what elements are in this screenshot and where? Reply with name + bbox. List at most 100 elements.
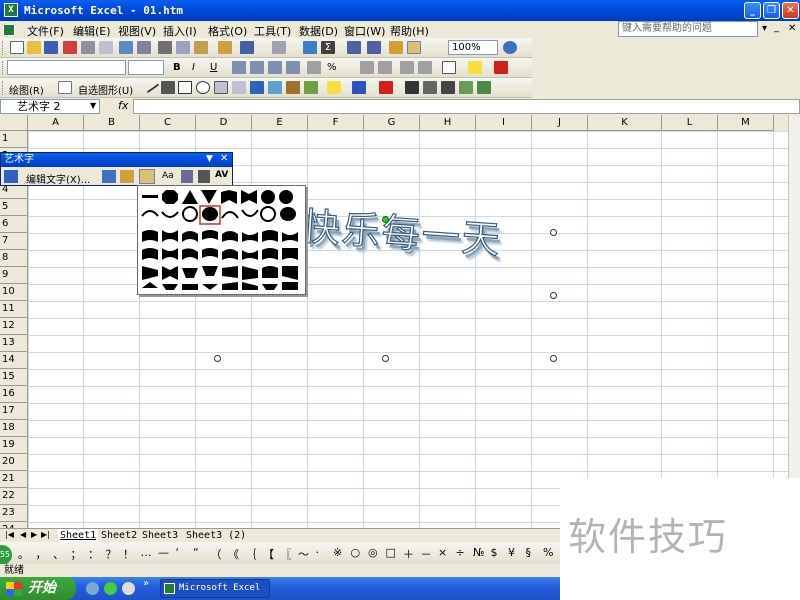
save-icon[interactable] (44, 41, 58, 54)
autoshapes-button[interactable]: 自选图形(U) (78, 82, 133, 97)
align-right-icon[interactable] (268, 61, 282, 74)
align-left-icon[interactable] (232, 61, 246, 74)
paste-icon[interactable] (194, 41, 208, 54)
menu-view[interactable]: 视图(V) (118, 23, 156, 39)
percent-button[interactable]: % (327, 62, 337, 73)
row-header[interactable]: 10 (0, 284, 28, 301)
taskbar-item-excel[interactable]: Microsoft Excel ... (160, 579, 270, 598)
row-header[interactable]: 5 (0, 199, 28, 216)
format-wordart-icon[interactable] (120, 170, 134, 183)
row-header[interactable]: 18 (0, 420, 28, 437)
print-icon[interactable] (81, 41, 95, 54)
column-header[interactable]: A (28, 115, 84, 131)
autosum-icon[interactable]: Σ (321, 41, 335, 54)
menu-insert[interactable]: 插入(I) (163, 23, 197, 39)
symbol-button[interactable]: □ (386, 546, 396, 559)
minimize-button[interactable]: _ (744, 2, 761, 19)
menu-edit[interactable]: 编辑(E) (73, 23, 111, 39)
help-search-input[interactable]: 键入需要帮助的问题 (618, 21, 758, 37)
spelling-icon[interactable] (119, 41, 133, 54)
select-objects-icon[interactable] (58, 81, 72, 94)
next-sheet-icon[interactable]: ▶ (31, 530, 37, 539)
symbol-button[interactable]: ¥ (508, 546, 515, 559)
row-header[interactable]: 14 (0, 352, 28, 369)
fill-color-icon[interactable] (468, 61, 482, 74)
row-header[interactable]: 1 (0, 131, 28, 148)
symbol-button[interactable]: ～ (298, 546, 309, 562)
print-preview-icon[interactable] (99, 41, 113, 54)
chevron-icon[interactable]: » (143, 578, 149, 589)
draw-menu-button[interactable]: 绘图(R) (9, 82, 44, 97)
column-header[interactable]: M (718, 115, 774, 131)
formula-input[interactable] (133, 99, 800, 114)
row-header[interactable]: 16 (0, 386, 28, 403)
column-header[interactable]: B (84, 115, 140, 131)
zoom-select[interactable]: 100% (448, 40, 498, 55)
symbol-button[interactable]: “ (193, 546, 199, 559)
font-color-icon[interactable] (494, 61, 508, 74)
line-style-icon[interactable] (405, 81, 419, 94)
clip-art-icon[interactable] (286, 81, 300, 94)
symbol-button[interactable]: ‘ (176, 546, 180, 559)
toolbar-grip[interactable] (2, 81, 5, 95)
font-select[interactable] (7, 60, 126, 75)
arrow-icon[interactable] (161, 81, 175, 94)
symbol-button[interactable]: 《 (228, 546, 239, 562)
maximize-button[interactable]: ❐ (763, 2, 780, 19)
toolbar-grip[interactable] (2, 61, 5, 75)
symbol-button[interactable]: ※ (333, 546, 342, 559)
row-header[interactable]: 15 (0, 369, 28, 386)
new-icon[interactable] (10, 41, 24, 54)
cut-icon[interactable] (158, 41, 172, 54)
vertical-text-icon[interactable] (181, 170, 193, 183)
symbol-button[interactable]: № (473, 546, 484, 559)
permission-icon[interactable] (63, 41, 77, 54)
symbol-button[interactable]: ？ (106, 546, 117, 562)
symbol-button[interactable]: ： (88, 546, 99, 562)
shape-grid[interactable] (138, 186, 305, 294)
name-box[interactable]: 艺术字 2 (0, 99, 100, 114)
redo-icon[interactable] (272, 41, 286, 54)
drawing-icon[interactable] (407, 41, 421, 54)
first-sheet-icon[interactable]: |◀ (5, 530, 14, 539)
line-icon[interactable] (142, 77, 160, 94)
toolbar-grip[interactable] (2, 41, 5, 55)
doc-close-button[interactable]: ✕ (788, 23, 796, 34)
last-sheet-icon[interactable]: ▶| (41, 530, 50, 539)
resize-handle[interactable] (550, 292, 557, 299)
column-header[interactable]: F (308, 115, 364, 131)
menu-file[interactable]: 文件(F) (27, 23, 64, 39)
prev-sheet-icon[interactable]: ◀ (20, 530, 26, 539)
symbol-button[interactable]: ｛ (246, 546, 257, 562)
row-header[interactable]: 8 (0, 250, 28, 267)
hyperlink-icon[interactable] (303, 41, 317, 54)
align-center-icon[interactable] (250, 61, 264, 74)
increase-decimal-icon[interactable] (360, 61, 374, 74)
underline-button[interactable]: U (210, 62, 217, 73)
symbol-button[interactable]: 【 (263, 546, 274, 562)
column-header[interactable]: K (588, 115, 662, 131)
column-header[interactable]: J (532, 115, 588, 131)
diagram-icon[interactable] (268, 81, 282, 94)
fill-color-icon-2[interactable] (327, 81, 341, 94)
vertical-textbox-icon[interactable] (232, 81, 246, 94)
copy-icon[interactable] (176, 41, 190, 54)
menu-tools[interactable]: 工具(T) (254, 23, 291, 39)
textbox-icon[interactable] (214, 81, 228, 94)
menu-window[interactable]: 窗口(W) (344, 23, 385, 39)
row-header[interactable]: 23 (0, 505, 28, 522)
currency-icon[interactable] (307, 61, 321, 74)
symbol-button[interactable]: ， (36, 546, 47, 562)
row-header[interactable]: 21 (0, 471, 28, 488)
vertical-scrollbar[interactable] (788, 115, 800, 528)
column-header[interactable]: L (662, 115, 718, 131)
symbol-button[interactable]: % (543, 546, 553, 559)
resize-handle[interactable] (550, 229, 557, 236)
row-header[interactable]: 13 (0, 335, 28, 352)
symbol-button[interactable]: 。 (18, 546, 29, 562)
italic-button[interactable]: I (192, 62, 195, 73)
shadow-style-icon[interactable] (459, 81, 473, 94)
wordart-gallery-icon[interactable] (102, 170, 116, 183)
menu-help[interactable]: 帮助(H) (390, 23, 429, 39)
close-icon[interactable]: ✕ (220, 153, 228, 164)
